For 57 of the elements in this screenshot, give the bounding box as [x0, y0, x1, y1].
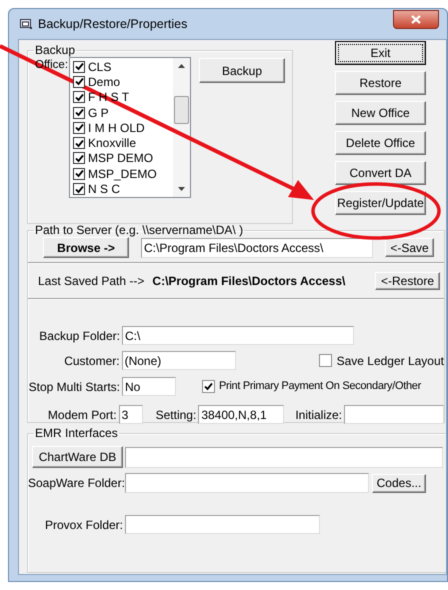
- modem-port-field[interactable]: 3: [118, 405, 143, 424]
- action-button[interactable]: Restore: [335, 71, 426, 95]
- list-item[interactable]: N S C: [88, 180, 120, 197]
- checkbox[interactable]: [73, 183, 85, 196]
- window-icon: [20, 18, 32, 30]
- chartware-button[interactable]: ChartWare DB: [32, 446, 123, 468]
- customer-field[interactable]: (None): [122, 351, 236, 370]
- checkbox[interactable]: [73, 122, 85, 134]
- checkbox-label[interactable]: Save Ledger Layout: [336, 352, 444, 370]
- group-label: Backup: [34, 44, 76, 56]
- backup-folder-field[interactable]: C:\: [122, 326, 354, 345]
- saved-path-text: C:\Program Files\Doctors Access\: [152, 273, 346, 290]
- scroll-down-icon[interactable]: [178, 187, 185, 191]
- field-label: Backup Folder:: [38, 328, 121, 344]
- group-label: EMR Interfaces: [34, 427, 119, 439]
- field-label: Stop Multi Starts:: [28, 378, 121, 396]
- checkbox[interactable]: [73, 168, 85, 180]
- backup-button[interactable]: Backup: [199, 58, 285, 83]
- scrollbar-thumb[interactable]: [174, 96, 189, 124]
- close-icon: [411, 15, 421, 24]
- checkbox[interactable]: [73, 106, 85, 119]
- action-button[interactable]: Delete Office: [335, 131, 426, 155]
- close-button[interactable]: [393, 10, 439, 29]
- checkbox[interactable]: [73, 152, 85, 164]
- group-label: Path to Server (e.g. \\servername\DA\ ): [34, 224, 244, 236]
- checkbox[interactable]: [73, 91, 85, 104]
- setting-field[interactable]: 38400,N,8,1: [198, 405, 284, 424]
- save-button[interactable]: <-Save: [385, 238, 434, 257]
- chartware-field[interactable]: [125, 446, 443, 468]
- scroll-up-icon[interactable]: [178, 64, 185, 68]
- checkbox[interactable]: [73, 137, 85, 150]
- restore-path-button[interactable]: <-Restore: [375, 272, 440, 290]
- field-label: SoapWare Folder:: [28, 475, 125, 492]
- stop-multi-starts-field[interactable]: No: [122, 377, 176, 396]
- action-button[interactable]: New Office: [335, 101, 426, 125]
- provox-folder-field[interactable]: [125, 515, 320, 534]
- soapware-folder-field[interactable]: [125, 473, 369, 493]
- action-button[interactable]: Convert DA: [335, 161, 426, 185]
- action-button[interactable]: Register/Update: [335, 191, 426, 215]
- checkbox[interactable]: [202, 380, 215, 393]
- browse-button[interactable]: Browse ->: [43, 237, 129, 258]
- initialize-field[interactable]: [344, 405, 444, 424]
- field-label: Customer:: [63, 352, 121, 370]
- list-item[interactable]: MSP_DEMO: [88, 164, 157, 183]
- field-label: Last Saved Path -->: [38, 273, 144, 290]
- checkbox[interactable]: [73, 60, 85, 73]
- action-button[interactable]: Exit: [335, 41, 426, 65]
- checkbox[interactable]: [318, 354, 332, 367]
- codes-button[interactable]: Codes...: [372, 474, 426, 492]
- field-label: Modem Port:: [46, 406, 118, 424]
- checkbox[interactable]: [73, 76, 85, 88]
- field-label: Setting:: [156, 406, 196, 424]
- window-title: Backup/Restore/Properties: [38, 16, 188, 33]
- path-field[interactable]: C:\Program Files\Doctors Access\: [141, 238, 373, 258]
- field-label: Initialize:: [295, 406, 342, 424]
- checkbox-label[interactable]: Print Primary Payment On Secondary/Other: [219, 378, 421, 395]
- field-label: Provox Folder:: [44, 516, 124, 534]
